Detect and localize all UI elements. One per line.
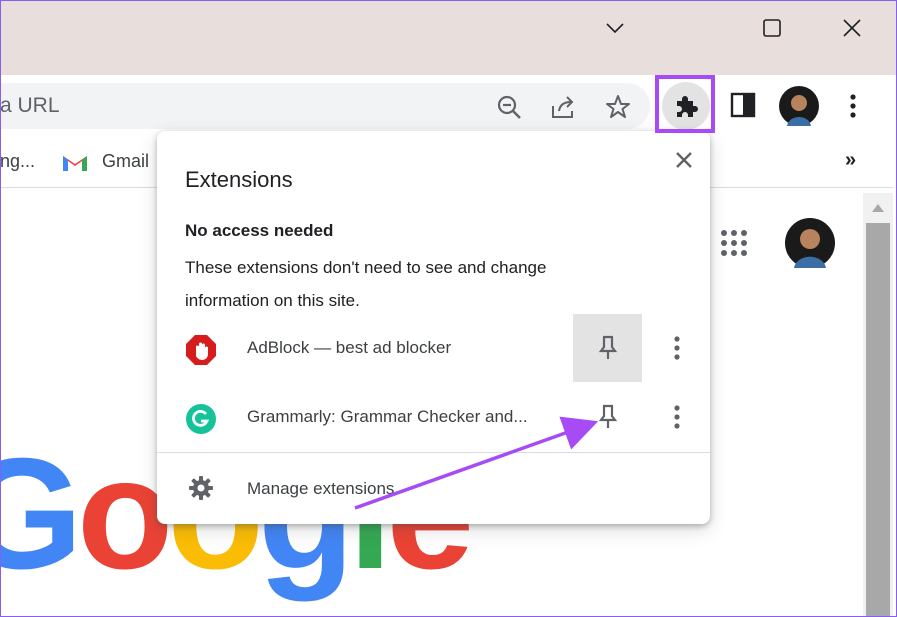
side-panel-icon — [730, 92, 756, 118]
bookmark-item[interactable]: ng... — [0, 151, 35, 172]
maximize-button[interactable] — [754, 10, 790, 46]
kebab-menu-icon — [850, 94, 856, 118]
close-icon — [676, 152, 692, 168]
pin-button[interactable] — [573, 383, 642, 451]
extension-menu-button[interactable] — [662, 401, 692, 433]
share-icon — [552, 96, 574, 118]
close-window-button[interactable] — [834, 10, 870, 46]
adblock-icon — [186, 335, 216, 365]
close-icon — [843, 19, 861, 37]
bookmark-star-button[interactable] — [601, 90, 635, 124]
extension-name: AdBlock — best ad blocker — [247, 338, 452, 357]
manage-extensions-label: Manage extensions — [247, 479, 395, 498]
gmail-icon — [63, 156, 87, 171]
address-bar[interactable]: a URL — [0, 83, 650, 129]
zoom-out-icon — [497, 95, 521, 119]
grammarly-icon — [186, 404, 216, 434]
google-account-button[interactable] — [785, 218, 835, 273]
gear-icon — [189, 476, 213, 500]
zoom-button[interactable] — [492, 90, 526, 124]
section-description: These extensions don't need to see and c… — [185, 258, 547, 310]
page-scrollbar[interactable] — [863, 193, 893, 617]
manage-extensions-button[interactable]: Manage extensions — [157, 461, 710, 517]
bookmarks-overflow-button[interactable]: » — [845, 149, 856, 172]
chrome-menu-button[interactable] — [838, 90, 868, 122]
profile-button[interactable] — [779, 86, 819, 126]
extension-menu-button[interactable] — [662, 332, 692, 364]
scroll-up-icon[interactable] — [871, 203, 885, 213]
extension-row-grammarly[interactable]: Grammarly: Grammar Checker and... — [157, 383, 710, 451]
address-bar-text[interactable]: a URL — [0, 94, 60, 118]
extensions-popup: Extensions No access needed These extens… — [157, 131, 710, 524]
pin-icon — [598, 335, 617, 359]
avatar — [785, 218, 835, 268]
logo-letter: G — [0, 426, 83, 602]
tab-search-button[interactable] — [597, 10, 633, 46]
kebab-menu-icon — [674, 405, 680, 429]
popup-close-button[interactable] — [669, 145, 699, 175]
share-button[interactable] — [547, 90, 581, 124]
section-heading: No access needed — [185, 221, 334, 240]
extension-row-adblock[interactable]: AdBlock — best ad blocker — [157, 314, 710, 382]
bookmark-gmail[interactable]: Gmail — [102, 151, 149, 172]
chevron-down-icon — [606, 23, 624, 34]
side-panel-button[interactable] — [728, 90, 758, 120]
popup-title: Extensions — [185, 167, 293, 192]
popup-divider — [157, 452, 710, 453]
maximize-icon — [763, 19, 781, 37]
avatar — [779, 86, 819, 126]
title-bar — [0, 0, 897, 75]
logo-letter: o — [76, 426, 173, 602]
scrollbar-thumb[interactable] — [866, 223, 890, 617]
kebab-menu-icon — [674, 336, 680, 360]
star-icon — [606, 95, 630, 118]
pin-button[interactable] — [573, 314, 642, 382]
google-apps-button[interactable] — [720, 229, 748, 262]
apps-grid-icon — [721, 230, 747, 256]
extension-name: Grammarly: Grammar Checker and... — [247, 407, 528, 426]
extensions-button[interactable] — [662, 82, 710, 130]
browser-toolbar: a URL — [0, 75, 893, 137]
pin-icon — [598, 404, 617, 428]
puzzle-icon — [677, 96, 698, 117]
